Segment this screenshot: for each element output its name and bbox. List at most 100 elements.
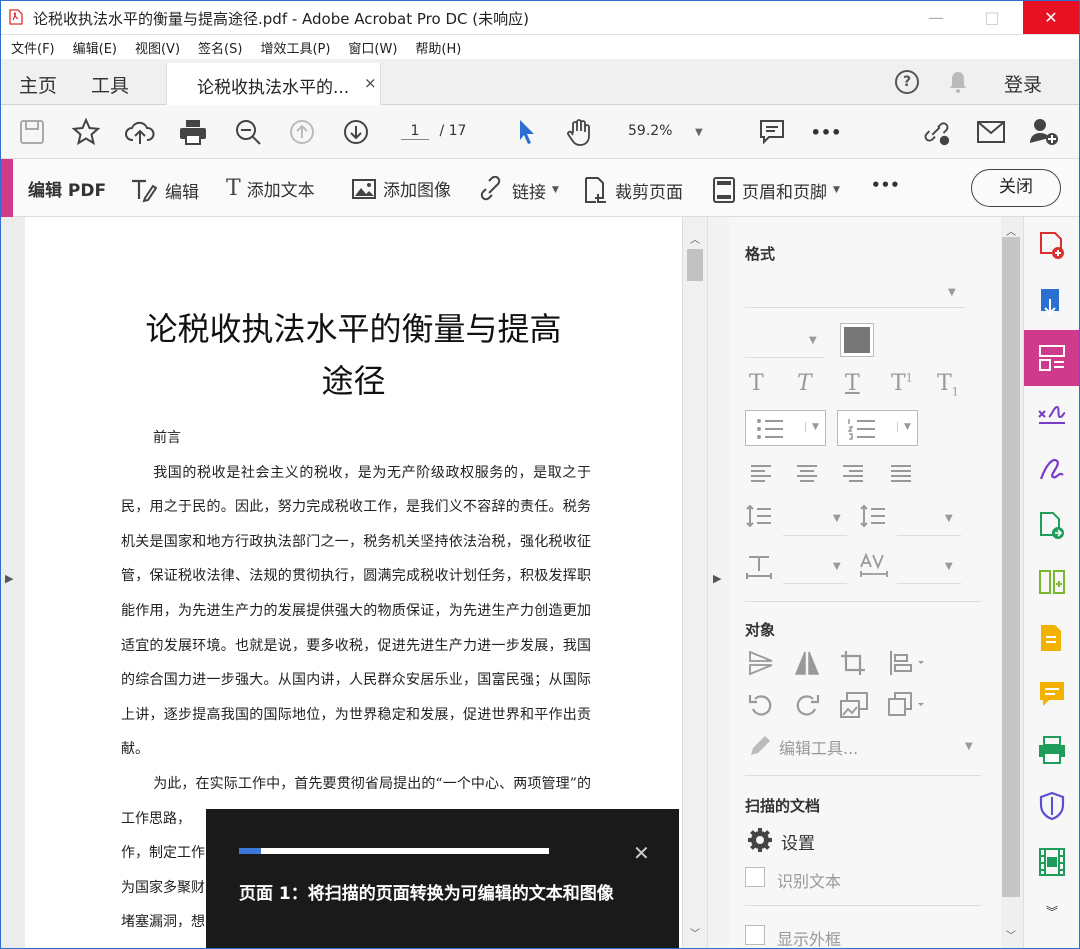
edit-more-button[interactable]: ••• [871, 176, 900, 194]
paragraph-spacing-select[interactable] [897, 535, 961, 536]
organize-pages-icon[interactable] [1037, 567, 1067, 597]
group-objects-icon[interactable] [887, 691, 927, 719]
text-underline-icon[interactable]: T [845, 371, 860, 396]
panel-scrollbar[interactable]: ︿ ﹀ [1001, 217, 1023, 948]
settings-link[interactable]: 设置 [781, 829, 815, 854]
text-italic-icon[interactable]: T [797, 371, 812, 396]
recognize-text-checkbox[interactable] [745, 867, 765, 887]
upload-button[interactable] [125, 117, 155, 147]
scroll-down-icon[interactable]: ﹀ [690, 925, 700, 940]
flip-horizontal-icon[interactable] [793, 649, 821, 677]
request-signature-icon[interactable] [1037, 455, 1067, 485]
gear-icon[interactable] [747, 827, 773, 853]
font-size-select[interactable] [745, 357, 825, 358]
hand-tool-button[interactable] [564, 117, 594, 147]
character-spacing-select[interactable] [897, 583, 961, 584]
next-page-button[interactable] [341, 117, 371, 147]
close-window-button[interactable]: ✕ [1023, 1, 1079, 34]
flip-vertical-icon[interactable] [747, 649, 775, 677]
more-tools-button[interactable]: ••• [811, 117, 842, 147]
menu-help[interactable]: 帮助(H) [415, 38, 461, 57]
create-pdf-icon[interactable] [1037, 231, 1067, 261]
panel-splitter[interactable]: ▶ [707, 217, 729, 948]
rotate-right-icon[interactable] [793, 691, 821, 719]
tab-close-icon[interactable]: × [364, 74, 377, 92]
justify-icon[interactable] [889, 463, 913, 483]
align-left-icon[interactable] [749, 463, 773, 483]
scroll-up-icon[interactable]: ︿ [690, 231, 700, 246]
scan-ocr-icon[interactable] [1037, 735, 1067, 765]
hand-icon [567, 119, 590, 146]
text-subscript-icon[interactable]: T1 [937, 371, 959, 398]
comment-tool-icon[interactable] [1037, 679, 1067, 709]
maximize-button[interactable]: □ [969, 1, 1015, 34]
numbered-list-dropdown[interactable]: ▼ [837, 410, 918, 446]
show-frame-checkbox[interactable] [745, 925, 765, 945]
bookmark-button[interactable] [71, 117, 101, 147]
tab-tools[interactable]: 工具 [91, 71, 129, 98]
login-link[interactable]: 登录 [1004, 70, 1042, 97]
add-image-button[interactable]: 添加图像 [351, 176, 451, 201]
document-scroll-thumb[interactable] [687, 249, 703, 281]
select-tool-button[interactable] [511, 117, 541, 147]
save-icon [20, 120, 44, 144]
horizontal-scale-select[interactable] [783, 583, 847, 584]
rich-media-icon[interactable] [1037, 847, 1067, 877]
share-link-button[interactable] [921, 117, 951, 147]
image-icon [352, 178, 376, 199]
tab-home[interactable]: 主页 [19, 71, 57, 98]
add-text-button[interactable]: T 添加文本 [226, 176, 315, 201]
link-dropdown-button[interactable]: 链接 ▼ [478, 176, 559, 204]
panel-scroll-thumb[interactable] [1002, 237, 1020, 897]
crop-page-button[interactable]: 裁剪页面 [583, 176, 683, 204]
menu-sign[interactable]: 签名(S) [198, 38, 242, 57]
edit-pdf-tool-icon[interactable] [1024, 330, 1079, 386]
close-toast-icon[interactable]: ✕ [633, 841, 650, 865]
bell-icon[interactable] [947, 70, 969, 94]
edit-button[interactable]: 编辑 [129, 176, 199, 204]
align-right-icon[interactable] [841, 463, 865, 483]
font-select[interactable] [745, 307, 965, 308]
document-scrollbar[interactable]: ︿ ﹀ [682, 217, 707, 948]
text-normal-icon[interactable]: T [749, 371, 764, 396]
save-button[interactable] [17, 117, 47, 147]
text-superscript-icon[interactable]: T1 [891, 371, 913, 396]
menu-file[interactable]: 文件(F) [11, 38, 55, 57]
menu-window[interactable]: 窗口(W) [348, 38, 397, 57]
menu-edit[interactable]: 编辑(E) [73, 38, 117, 57]
scroll-up-icon[interactable]: ︿ [1006, 223, 1016, 238]
comment-button[interactable] [757, 117, 787, 147]
line-spacing-select[interactable] [783, 535, 847, 536]
redact-icon[interactable] [1037, 623, 1067, 653]
left-panel-toggle-icon[interactable]: ▶ [5, 572, 13, 585]
export-pdf-icon[interactable] [1037, 287, 1067, 317]
help-icon[interactable]: ? [895, 70, 919, 94]
align-center-icon[interactable] [795, 463, 819, 483]
replace-image-icon[interactable] [839, 691, 869, 719]
print-button[interactable] [178, 117, 208, 147]
rotate-left-icon[interactable] [747, 691, 775, 719]
zoom-out-button[interactable] [233, 117, 263, 147]
email-button[interactable] [976, 117, 1006, 147]
minimize-button[interactable]: — [913, 1, 959, 34]
crop-icon[interactable] [839, 649, 867, 677]
font-color-swatch[interactable] [840, 323, 874, 357]
close-edit-button[interactable]: 关闭 [971, 169, 1061, 207]
menu-plugins[interactable]: 增效工具(P) [260, 38, 330, 57]
zoom-dropdown[interactable]: 59.2% ▼ [628, 123, 703, 139]
collapse-panel-icon[interactable]: ▶ [713, 572, 721, 585]
bullet-list-dropdown[interactable]: ▼ [745, 410, 826, 446]
page-input[interactable]: 1 [401, 123, 429, 140]
fill-sign-icon[interactable] [1037, 399, 1067, 429]
header-footer-button[interactable]: 页眉和页脚 ▼ [712, 176, 840, 204]
expand-tools-icon[interactable]: ︾ [1046, 903, 1058, 920]
scroll-down-icon[interactable]: ﹀ [1006, 927, 1016, 942]
add-user-button[interactable] [1029, 117, 1059, 147]
combine-files-icon[interactable] [1037, 511, 1067, 541]
arrange-icon[interactable] [887, 649, 927, 677]
protect-icon[interactable] [1037, 791, 1067, 821]
prev-page-button[interactable] [287, 117, 317, 147]
edit-tools-dropdown[interactable]: 编辑工具... [779, 735, 858, 759]
menu-view[interactable]: 视图(V) [135, 38, 180, 57]
tab-document[interactable]: 论税收执法水平的... × [166, 63, 381, 106]
